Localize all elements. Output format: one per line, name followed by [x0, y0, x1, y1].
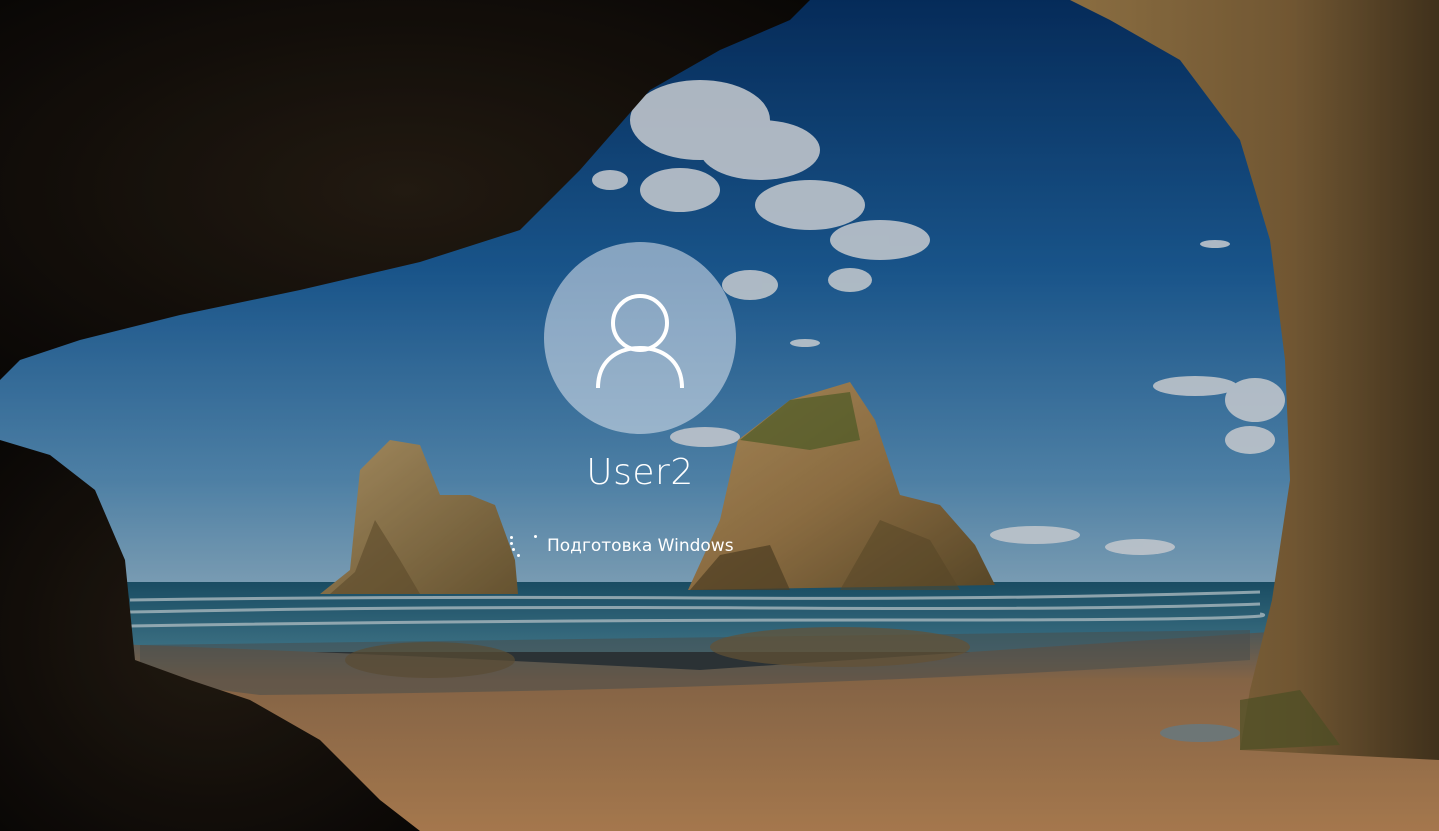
user-avatar: [544, 242, 736, 434]
loading-spinner-icon: [505, 532, 539, 560]
status-message: Подготовка Windows: [505, 532, 734, 560]
status-text: Подготовка Windows: [547, 536, 734, 556]
username-label: User2: [586, 452, 694, 493]
wallpaper-dim-overlay: [0, 0, 1439, 831]
windows-lock-screen: User2 Подготовка Windows: [0, 0, 1439, 831]
user-silhouette-icon: [596, 294, 684, 388]
